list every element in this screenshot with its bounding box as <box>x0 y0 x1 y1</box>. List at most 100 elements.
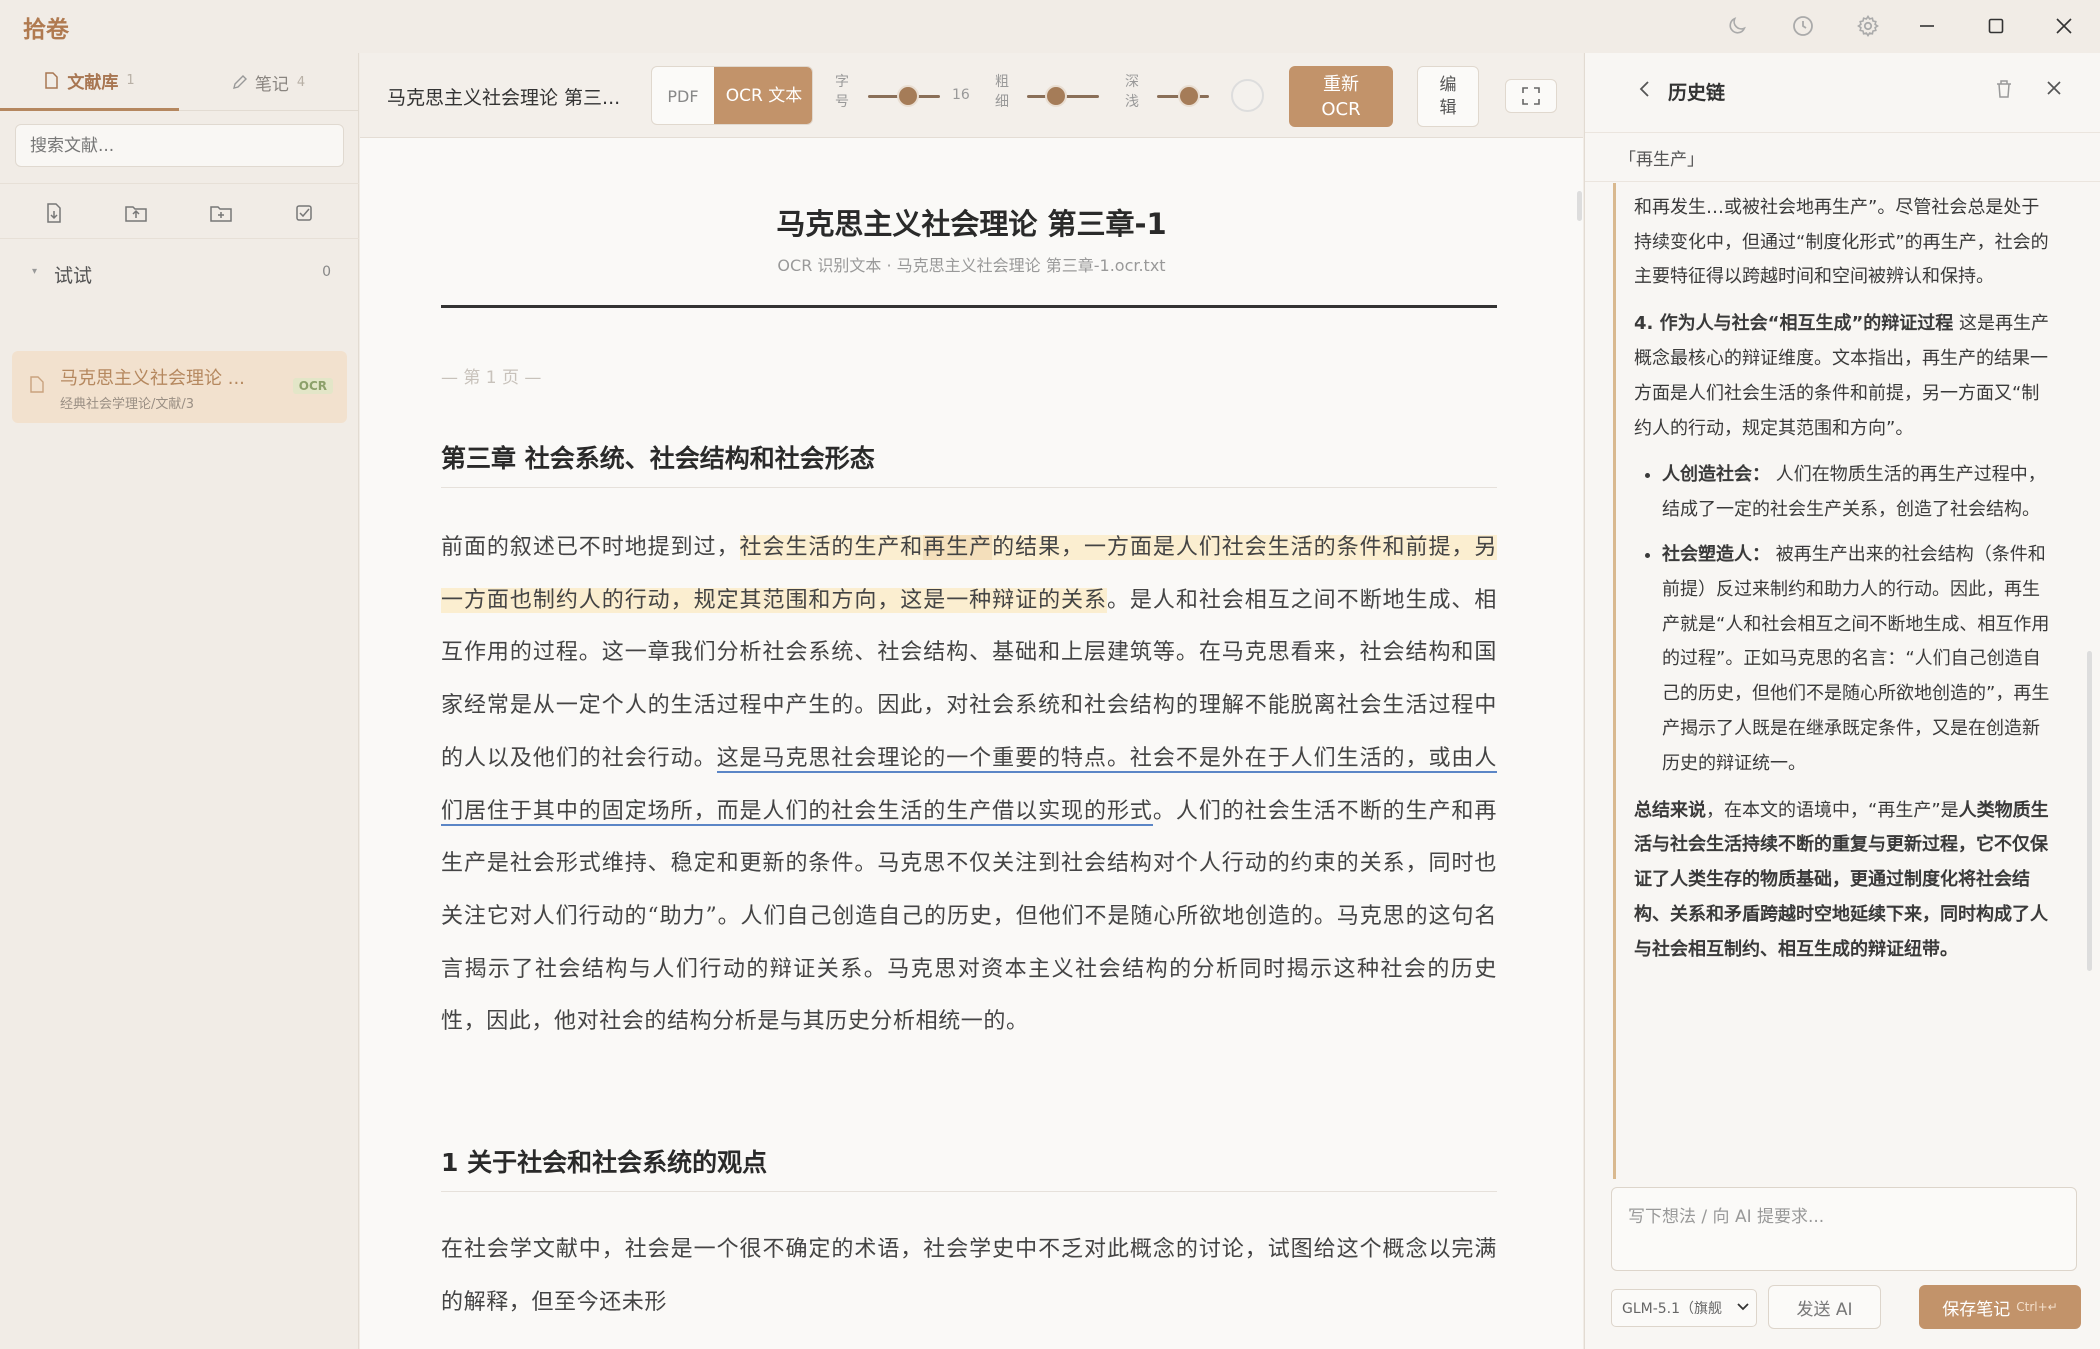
chevron-left-icon <box>1639 81 1649 97</box>
history-button[interactable] <box>1781 6 1825 46</box>
view-pdf-button[interactable]: PDF <box>652 67 714 124</box>
folder-row[interactable]: ▾ 试试 0 <box>0 250 359 296</box>
view-mode-toggle: PDF OCR 文本 <box>651 66 813 125</box>
note-input[interactable] <box>1611 1187 2077 1271</box>
history-chain-panel: 历史链 「再生产」 空的再生产”。在这里，再生产表现为社会行为“发生和再发生…或… <box>1584 53 2100 1349</box>
shade-slider-handle[interactable] <box>1178 85 1201 107</box>
summary-text: ，在本文的语境中，“再生产”是 <box>1706 799 1959 821</box>
paragraph[interactable]: 在社会学文献中，社会是一个很不确定的术语，社会学史中不乏对此概念的讨论，试图给这… <box>441 1224 1497 1329</box>
response-bullet: 人创造社会： 人们在物质生活的再生产过程中，结成了一定的社会生产关系，创造了社会… <box>1662 458 2054 528</box>
close-panel-button[interactable] <box>2045 79 2063 101</box>
tab-notes[interactable]: 笔记 4 <box>179 53 358 111</box>
re-ocr-button[interactable]: 重新 OCR <box>1289 66 1393 127</box>
font-size-label: 字号 <box>835 74 849 110</box>
bullet-text: 被再生产出来的社会结构（条件和前提）反过来制约和助力人的行动。因此，再生产就是“… <box>1662 543 2050 774</box>
new-folder-icon <box>210 206 232 222</box>
minimize-button[interactable] <box>1905 6 1949 46</box>
response-bullet: 社会塑造人： 被再生产出来的社会结构（条件和前提）反过来制约和助力人的行动。因此… <box>1662 538 2054 782</box>
send-ai-button[interactable]: 发送 AI <box>1768 1285 1881 1329</box>
highlight[interactable]: 社会生活的生产和 <box>739 535 924 560</box>
tab-library-label: 文献库 <box>67 73 119 93</box>
ai-response[interactable]: 空的再生产”。在这里，再生产表现为社会行为“发生和再发生…或被社会地再生产”。尽… <box>1613 183 2059 1179</box>
panel-scrollbar[interactable] <box>2087 651 2092 971</box>
upload-icon <box>125 206 147 222</box>
response-bullet-list: 人创造社会： 人们在物质生活的再生产过程中，结成了一定的社会生产关系，创造了社会… <box>1634 458 2054 781</box>
back-button[interactable] <box>1635 79 1655 103</box>
ocr-badge: OCR <box>292 378 333 394</box>
summary-bold: 人类物质生活与社会生活持续不断的重复与更新过程，它不仅保证了人类生存的物质基础，… <box>1634 799 2049 960</box>
close-icon <box>2047 81 2061 95</box>
background-color-picker[interactable] <box>1231 79 1264 112</box>
folder-count: 0 <box>322 264 331 280</box>
weight-slider-handle[interactable] <box>1044 85 1067 107</box>
document-title: 马克思主义社会理论 ... <box>60 368 245 389</box>
model-select[interactable]: GLM-5.1（旗舰 <box>1611 1289 1757 1327</box>
view-ocr-button[interactable]: OCR 文本 <box>714 67 812 124</box>
save-note-label: 保存笔记 <box>1942 1299 2011 1320</box>
tab-library[interactable]: 文献库 1 <box>0 53 179 111</box>
shade-label: 深浅 <box>1125 74 1139 110</box>
font-size-slider-handle[interactable] <box>896 85 919 107</box>
delete-button[interactable] <box>1995 79 2013 103</box>
response-point-title: 4. 作为人与社会“相互生成”的辩证过程 <box>1634 313 1954 335</box>
trash-icon <box>1997 80 2011 98</box>
sidebar-tabs: 文献库 1 笔记 4 <box>0 53 359 111</box>
import-file-icon <box>47 203 61 223</box>
new-folder-button[interactable] <box>209 201 233 225</box>
upload-folder-button[interactable] <box>124 201 148 225</box>
history-icon <box>1793 16 1813 36</box>
page-marker: — 第 1 页 — <box>441 368 542 388</box>
fullscreen-button[interactable] <box>1505 79 1557 113</box>
response-paragraph: 空的再生产”。在这里，再生产表现为社会行为“发生和再发生…或被社会地再生产”。尽… <box>1634 196 2049 288</box>
document-list-item[interactable]: 马克思主义社会理论 ... 经典社会学理论/文献/3 OCR <box>12 351 347 423</box>
text-run: 。是人和社会相互之间不断地生成、相互作用的过程。这一章我们分析社会系统、社会结构… <box>441 587 1497 771</box>
response-summary: 总结来说，在本文的语境中，“再生产”是人类物质生活与社会生活持续不断的重复与更新… <box>1634 794 2054 968</box>
caret-down-icon: ▾ <box>32 266 38 277</box>
heading-divider <box>441 305 1497 308</box>
ocr-text-view[interactable]: 马克思主义社会理论 第三章-1 OCR 识别文本 · 马克思主义社会理论 第三章… <box>360 139 1583 1349</box>
section-heading: 第三章 社会系统、社会结构和社会形态 <box>441 439 1497 488</box>
tab-notes-count: 4 <box>296 74 306 90</box>
panel-header: 历史链 <box>1585 53 2100 131</box>
bullet-title: 社会塑造人： <box>1662 543 1770 565</box>
reader-pane: 马克思主义社会理论 第三... PDF OCR 文本 字号 16 粗细 深浅 重… <box>360 53 1583 1349</box>
close-window-button[interactable] <box>2042 6 2086 46</box>
keyword-tag: 「再生产」 <box>1619 150 1704 170</box>
close-icon <box>2056 18 2072 34</box>
section-heading: 1 关于社会和社会系统的观点 <box>441 1143 1497 1192</box>
current-document-name: 马克思主义社会理论 第三... <box>387 87 621 109</box>
maximize-icon <box>1988 18 2004 34</box>
bullet-title: 人创造社会： <box>1662 464 1770 486</box>
theme-toggle-button[interactable] <box>1715 6 1759 46</box>
reader-toolbar: 马克思主义社会理论 第三... PDF OCR 文本 字号 16 粗细 深浅 重… <box>360 53 1583 138</box>
edit-button[interactable]: 编辑 <box>1417 66 1479 127</box>
minimize-icon <box>1920 25 1934 27</box>
response-paragraph: 4. 作为人与社会“相互生成”的辩证过程 这是再生产概念最核心的辩证维度。文本指… <box>1634 307 2054 446</box>
document-heading: 马克思主义社会理论 第三章-1 <box>776 207 1167 241</box>
import-file-button[interactable] <box>42 201 66 225</box>
weight-label: 粗细 <box>995 74 1009 110</box>
panel-title: 历史链 <box>1668 82 1726 104</box>
tab-notes-label: 笔记 <box>254 74 289 95</box>
save-note-button[interactable]: 保存笔记 Ctrl+↵ <box>1919 1285 2081 1329</box>
maximize-button[interactable] <box>1974 6 2018 46</box>
font-size-value: 16 <box>952 87 970 103</box>
sidebar: 文献库 1 笔记 4 ▾ 试试 0 马克思主义社会理论 ... 经典社会学理论/… <box>0 53 359 1349</box>
document-path: 经典社会学理论/文献/3 <box>60 397 195 412</box>
model-select-value: GLM-5.1（旗舰 <box>1622 1301 1723 1317</box>
library-toolbar <box>0 183 359 239</box>
library-search-input[interactable] <box>15 124 344 167</box>
batch-select-icon <box>296 205 312 221</box>
moon-icon <box>1729 17 1746 34</box>
batch-select-button[interactable] <box>292 201 316 225</box>
settings-button[interactable] <box>1846 6 1890 46</box>
gear-icon <box>1857 15 1879 37</box>
folder-name: 试试 <box>54 265 93 287</box>
highlight-keyword[interactable]: 再生产 <box>923 535 993 560</box>
text-run: 前面的叙述已不时地提到过， <box>441 535 740 560</box>
app-title: 拾卷 <box>23 17 69 43</box>
keyword-bar: 「再生产」 <box>1585 132 2100 182</box>
text-run: 。人们的社会生活不断的生产和再生产是社会形式维持、稳定和更新的条件。马克思不仅关… <box>441 798 1497 1035</box>
save-shortcut-hint: Ctrl+↵ <box>2016 1300 2058 1314</box>
paragraph[interactable]: 前面的叙述已不时地提到过，社会生活的生产和再生产的结果，一方面是人们社会生活的条… <box>441 522 1498 1049</box>
